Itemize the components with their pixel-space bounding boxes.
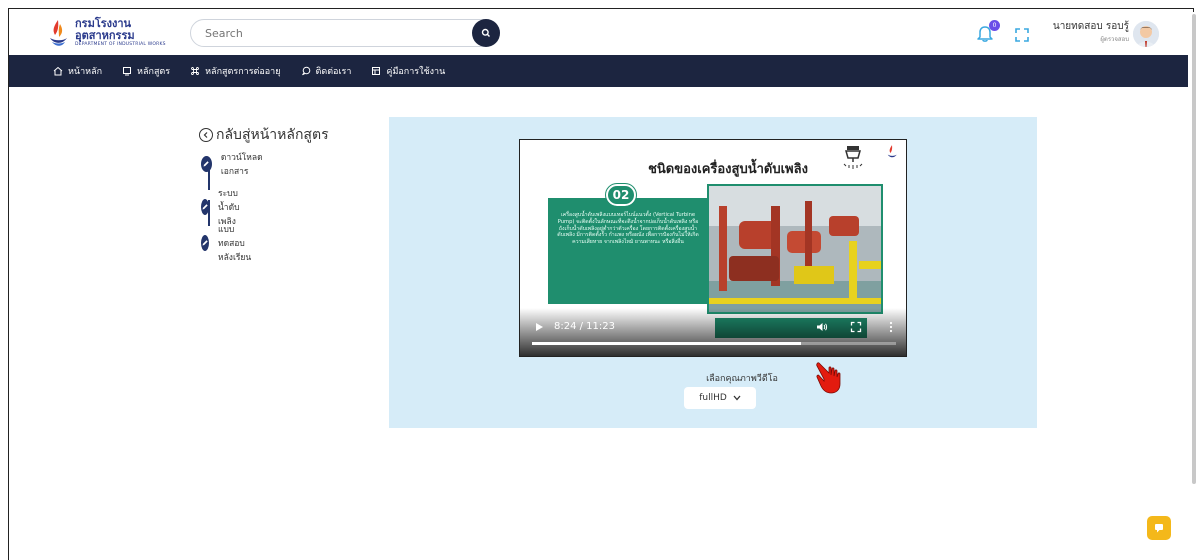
quality-selected-value: fullHD [699, 393, 727, 403]
video-player[interactable]: ชนิดของเครื่องสูบน้ำดับเพลิง เครื่องสูบน… [519, 139, 907, 357]
nav-item-label: ติดต่อเรา [315, 67, 352, 77]
nav-item-manual[interactable]: คู่มือการใช้งาน [371, 64, 445, 78]
search-icon [481, 28, 490, 37]
video-time: 8:24 / 11:23 [554, 321, 616, 332]
user-name[interactable]: นายทดสอบ รอบรู้ [1049, 21, 1129, 33]
nav-item-home[interactable]: หน้าหลัก [53, 64, 102, 78]
video-progress-bar[interactable] [532, 342, 896, 345]
top-header: กรมโรงงานอุตสาหกรรม DEPARTMENT OF INDUST… [9, 9, 1193, 55]
manual-icon [372, 67, 381, 75]
home-icon [53, 66, 63, 76]
search-button[interactable] [472, 19, 500, 47]
pencil-icon [201, 235, 209, 251]
slide-text-box: เครื่องสูบน้ำดับเพลิงแบบเทอร์ไบน์แนวตั้ง… [548, 198, 708, 304]
nav-item-label: หน้าหลัก [68, 67, 103, 77]
expand-icon [1015, 28, 1029, 42]
notification-badge: 0 [989, 20, 1000, 31]
nav-item-label: หลักสูตร [137, 67, 171, 77]
chevron-left-icon [199, 128, 213, 142]
more-icon[interactable] [888, 321, 894, 333]
slide-text: เครื่องสูบน้ำดับเพลิงแบบเทอร์ไบน์แนวตั้ง… [557, 212, 699, 246]
department-logo[interactable]: กรมโรงงานอุตสาหกรรม DEPARTMENT OF INDUST… [47, 17, 177, 49]
chat-icon [301, 66, 310, 76]
quality-label: เลือกคุณภาพวีดีโอ [706, 374, 778, 384]
logo-emblem-icon [47, 18, 69, 48]
nav-item-contact[interactable]: ติดต่อเรา [301, 64, 352, 78]
logo-emblem-icon [887, 145, 897, 158]
play-icon[interactable] [534, 322, 544, 332]
sprinkler-icon [843, 146, 863, 169]
video-progress-fill [532, 342, 802, 345]
nav-item-courses[interactable]: หลักสูตร [122, 64, 170, 78]
main-nav: หน้าหลัก หลักสูตร หลักสูตรการต่ออายุ ติด… [9, 55, 1193, 87]
user-avatar-icon [1133, 21, 1159, 47]
page-scrollbar-thumb[interactable] [1192, 14, 1196, 484]
nav-item-renewal-courses[interactable]: หลักสูตรการต่ออายุ [190, 64, 281, 78]
pump-photo [707, 184, 883, 314]
logo-title-th: กรมโรงงานอุตสาหกรรม [75, 17, 135, 42]
back-label: กลับสู่หน้าหลักสูตร [216, 127, 329, 143]
logo-title-en: DEPARTMENT OF INDUSTRIAL WORKS [75, 42, 166, 47]
volume-icon[interactable] [816, 321, 828, 333]
help-chat-button[interactable] [1147, 516, 1171, 540]
hand-pointer-icon [816, 362, 841, 394]
step-label: ดาวน์โหลดเอกสาร [220, 153, 263, 177]
chevron-down-icon [733, 395, 741, 401]
step-item-post-test[interactable]: แบบทดสอบหลังเรียน [201, 222, 253, 264]
search-input[interactable] [205, 26, 455, 40]
back-to-courses-link[interactable]: กลับสู่หน้าหลักสูตร [199, 124, 329, 146]
nav-item-label: หลักสูตรการต่ออายุ [205, 67, 281, 77]
pencil-icon [201, 156, 212, 172]
command-icon [191, 67, 200, 75]
fullscreen-icon[interactable] [850, 321, 862, 333]
nav-item-label: คู่มือการใช้งาน [386, 67, 446, 77]
quality-select[interactable]: fullHD [684, 387, 756, 409]
slide-number: 02 [605, 183, 637, 207]
message-icon [1155, 524, 1163, 533]
page-frame: กรมโรงงานอุตสาหกรรม DEPARTMENT OF INDUST… [8, 8, 1194, 560]
video-controls [520, 308, 906, 356]
step-label: แบบทดสอบหลังเรียน [218, 225, 252, 263]
user-role: ผู้ตรวจสอบ [1100, 36, 1129, 43]
search-bar [190, 19, 500, 47]
video-panel: ชนิดของเครื่องสูบน้ำดับเพลิง เครื่องสูบน… [389, 117, 1037, 428]
monitor-icon [123, 67, 132, 76]
step-item-download-docs[interactable]: ดาวน์โหลดเอกสาร [201, 150, 268, 178]
fullscreen-toggle[interactable] [1014, 27, 1030, 43]
avatar[interactable] [1133, 21, 1159, 47]
pencil-icon [201, 199, 209, 215]
